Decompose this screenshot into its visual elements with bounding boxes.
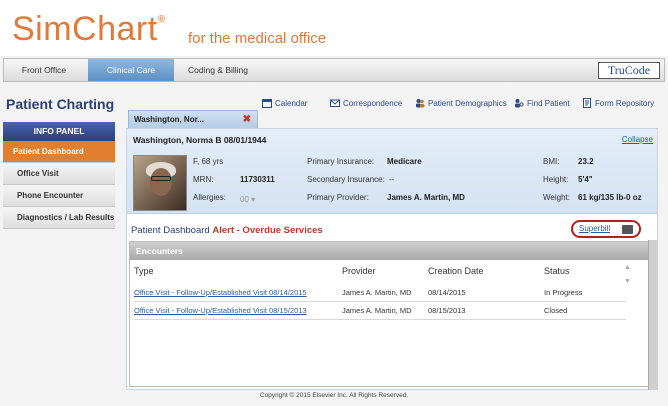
- dashboard-label: Patient Dashboard: [131, 225, 210, 236]
- printer-icon: [622, 225, 633, 234]
- weight-value: 61 kg/135 lb-0 oz: [578, 193, 642, 202]
- correspondence-label: Correspondence: [343, 98, 403, 108]
- calendar-icon: [262, 99, 272, 108]
- col-provider[interactable]: Provider: [342, 266, 376, 276]
- close-icon[interactable]: ✖: [243, 111, 251, 129]
- encounter-status: Closed: [544, 306, 568, 315]
- patient-name: Washington, Norma B 08/01/1944: [133, 135, 267, 145]
- simchart-logo: SimChart®: [12, 10, 166, 48]
- info-panel-header: INFO PANEL: [3, 122, 115, 141]
- find-patient-link[interactable]: Find Patient: [514, 96, 570, 110]
- patient-photo: [133, 155, 187, 211]
- mrn-value: 11730311: [240, 175, 275, 184]
- collapse-link[interactable]: Collapse: [622, 135, 653, 144]
- form-icon: [583, 98, 591, 108]
- demographics-link[interactable]: Patient Demographics: [415, 96, 507, 110]
- chevron-down-icon: ▾: [251, 195, 256, 204]
- secondary-insurance-label: Secondary Insurance:: [307, 175, 385, 184]
- secondary-insurance-value: --: [389, 175, 395, 184]
- top-nav: Front Office Clinical Care Coding & Bill…: [3, 58, 665, 82]
- page-title: Patient Charting: [6, 96, 115, 112]
- patient-header: Washington, Norma B 08/01/1944 Collapse …: [127, 129, 657, 214]
- sidebar-item-diagnostics[interactable]: Diagnostics / Lab Results: [3, 207, 115, 229]
- encounters-columns: Type Provider Creation Date Status: [130, 266, 650, 280]
- tab-clinical-care[interactable]: Clinical Care: [88, 59, 174, 81]
- patient-tab[interactable]: Washington, Nor... ✖: [128, 110, 258, 129]
- copyright-footer: Copyright © 2015 Elsevier Inc. All Right…: [259, 392, 409, 399]
- find-patient-label: Find Patient: [527, 98, 570, 108]
- bmi-value: 23.2: [578, 157, 594, 166]
- primary-insurance-value: Medicare: [387, 157, 422, 166]
- demographics-label: Patient Demographics: [428, 98, 507, 108]
- encounter-date: 08/15/2013: [428, 306, 466, 315]
- form-repository-link[interactable]: Form Repository: [582, 96, 654, 110]
- superbill-label: Superbill: [579, 224, 611, 233]
- sidebar-item-patient-dashboard[interactable]: Patient Dashboard: [3, 141, 115, 163]
- patient-content: Washington, Norma B 08/01/1944 Collapse …: [126, 128, 658, 390]
- tab-front-office[interactable]: Front Office: [4, 59, 84, 81]
- people-icon: [416, 99, 425, 108]
- encounter-date: 08/14/2015: [428, 288, 466, 297]
- sidebar-item-phone-encounter[interactable]: Phone Encounter: [3, 185, 115, 207]
- allergies-label: Allergies:: [193, 193, 226, 202]
- patient-tab-label: Washington, Nor...: [134, 115, 204, 124]
- weight-label: Weight:: [543, 193, 570, 202]
- height-value: 5'4": [578, 175, 593, 184]
- app-header: SimChart® for the medical office: [0, 0, 668, 56]
- encounter-provider: James A. Martin, MD: [342, 306, 412, 315]
- overdue-alert[interactable]: Alert - Overdue Services: [212, 225, 322, 236]
- bmi-label: BMI:: [543, 157, 560, 166]
- page-scrollbar[interactable]: [648, 240, 657, 390]
- calendar-link[interactable]: Calendar: [262, 96, 307, 110]
- calendar-label: Calendar: [275, 98, 308, 108]
- form-repository-label: Form Repository: [595, 98, 655, 108]
- mrn-label: MRN:: [193, 175, 214, 184]
- table-row: Office Visit - Follow-Up/Established Vis…: [134, 302, 626, 320]
- encounters-header: Encounters: [130, 242, 650, 260]
- encounter-status: In Progress: [544, 288, 583, 297]
- primary-provider-value: James A. Martin, MD: [387, 193, 465, 202]
- correspondence-link[interactable]: Correspondence: [330, 96, 402, 110]
- allergies-dropdown[interactable]: 00 ▾: [240, 195, 255, 204]
- col-status[interactable]: Status: [544, 266, 570, 276]
- envelope-icon: [330, 99, 340, 107]
- superbill-button[interactable]: Superbill: [571, 220, 641, 238]
- tab-coding-billing[interactable]: Coding & Billing: [176, 59, 260, 81]
- encounter-provider: James A. Martin, MD: [342, 288, 412, 297]
- dashboard-title: Patient Dashboard Alert - Overdue Servic…: [131, 225, 323, 236]
- table-row: Office Visit - Follow-Up/Established Vis…: [134, 284, 626, 302]
- info-panel: INFO PANEL Patient Dashboard Office Visi…: [3, 122, 115, 229]
- primary-provider-label: Primary Provider:: [307, 193, 369, 202]
- sidebar-item-office-visit[interactable]: Office Visit: [3, 163, 115, 185]
- logo-subtitle: for the medical office: [188, 30, 327, 47]
- encounter-link[interactable]: Office Visit - Follow-Up/Established Vis…: [134, 284, 307, 302]
- primary-insurance-label: Primary Insurance:: [307, 157, 375, 166]
- encounters-panel: Encounters Type Provider Creation Date S…: [129, 241, 651, 387]
- col-type[interactable]: Type: [134, 266, 154, 276]
- trucode-button[interactable]: TruCode: [598, 62, 660, 79]
- find-patient-icon: [515, 99, 524, 108]
- patient-sex-age: F, 68 yrs: [193, 157, 224, 166]
- height-label: Height:: [543, 175, 569, 184]
- col-creation-date[interactable]: Creation Date: [428, 266, 484, 276]
- encounter-link[interactable]: Office Visit - Follow-Up/Established Vis…: [134, 302, 307, 320]
